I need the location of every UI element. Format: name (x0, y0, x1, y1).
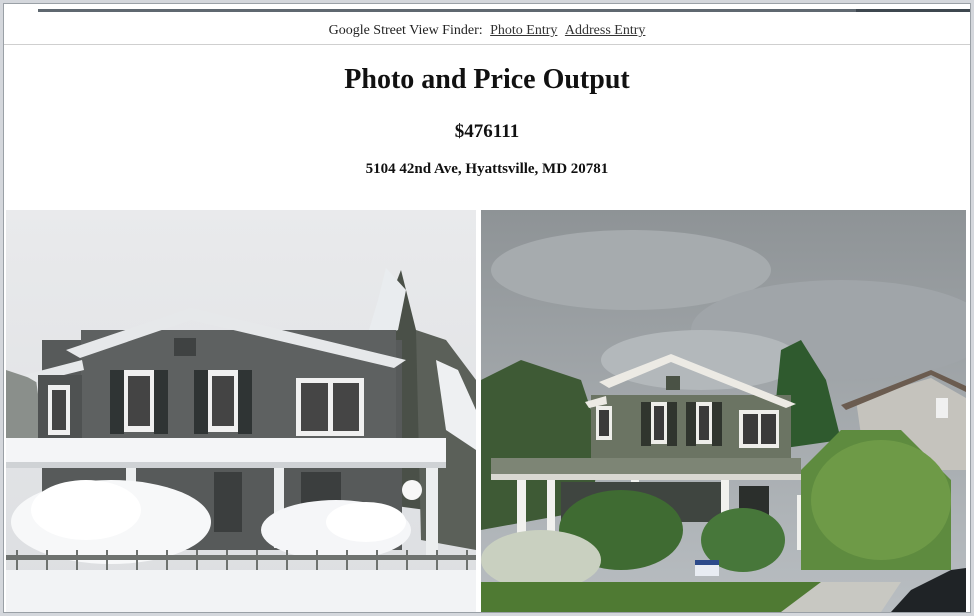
price-output: $476111 (454, 121, 520, 142)
page-title: Photo and Price Output (344, 64, 630, 95)
top-bar-accent (856, 9, 970, 12)
nav-link-photo-entry[interactable]: Photo Entry (490, 23, 557, 38)
address-output: 5104 42nd Ave, Hyattsville, MD 20781 (365, 161, 609, 177)
browser-window: Google Street View Finder: Photo Entry A… (3, 3, 971, 613)
top-bar-line (38, 9, 958, 12)
uploaded-house-photo (6, 210, 476, 612)
nav-label: Google Street View Finder: (328, 23, 483, 38)
top-nav: Google Street View Finder: Photo Entry A… (4, 18, 970, 45)
nav-link-address-entry[interactable]: Address Entry (565, 23, 646, 38)
street-view-photo (481, 210, 966, 612)
window-top-bar (4, 4, 970, 14)
